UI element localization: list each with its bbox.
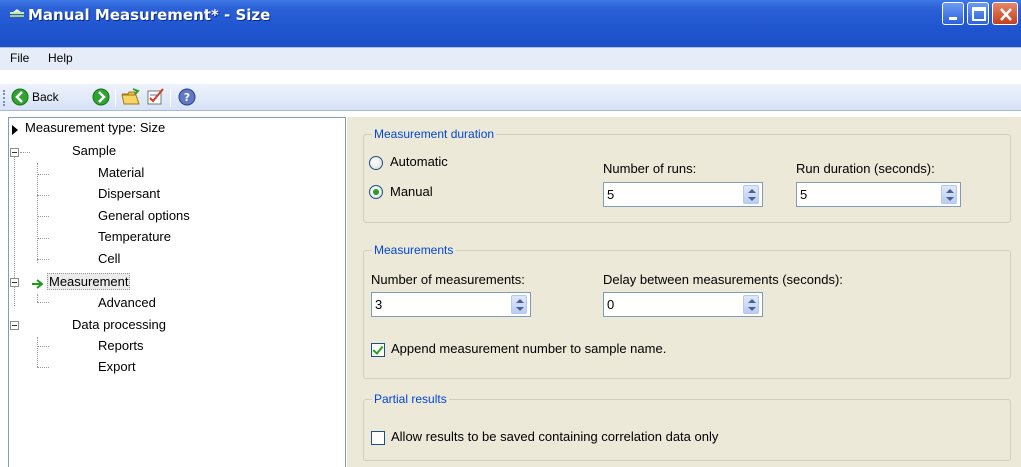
delay-spin-arrows[interactable] [743, 295, 759, 314]
tree-line [37, 346, 49, 347]
collapse-arrow-icon[interactable] [10, 124, 20, 136]
tree-item-sample[interactable]: Sample [72, 143, 116, 159]
measurement-count-spin-arrows[interactable] [511, 295, 527, 314]
toolbar-grip[interactable] [3, 90, 6, 106]
tree-line [20, 152, 30, 153]
tree-item-measurement-label: Measurement [47, 273, 131, 290]
toolbar-separator [115, 89, 116, 107]
partial-results-legend: Partial results [372, 392, 449, 406]
current-arrow-icon [32, 279, 44, 289]
tree-expander-sample[interactable] [10, 148, 19, 157]
window-title: Manual Measurement* - Size [28, 6, 271, 24]
delay-input[interactable] [604, 293, 740, 316]
tree-line [37, 216, 49, 217]
forward-arrow-icon [92, 88, 110, 106]
measurements-legend: Measurements [372, 243, 456, 257]
back-label: Back [32, 90, 59, 104]
manual-label[interactable]: Manual [390, 184, 433, 199]
automatic-radio[interactable] [369, 156, 383, 170]
tree-item-measurement[interactable]: Measurement [47, 273, 131, 290]
tree-line [37, 302, 49, 303]
measurement-count-input[interactable] [372, 293, 508, 316]
tree-line [37, 367, 49, 368]
forward-button[interactable] [92, 87, 110, 107]
checklist-button[interactable] [146, 87, 166, 107]
app-icon [10, 9, 24, 17]
settings-panel: Measurement duration Automatic Manual Nu… [347, 117, 1021, 467]
allow-correlation-label[interactable]: Allow results to be saved containing cor… [391, 429, 718, 444]
tree-item-export[interactable]: Export [98, 359, 136, 375]
automatic-label[interactable]: Automatic [390, 154, 448, 169]
tree-expander-measurement[interactable] [10, 278, 19, 287]
tree-line [37, 259, 49, 260]
tree-item-temperature[interactable]: Temperature [98, 229, 171, 245]
run-duration-label: Run duration (seconds): [796, 161, 935, 176]
append-number-checkbox[interactable] [371, 343, 385, 357]
back-button[interactable]: Back [11, 87, 59, 107]
tree-line [37, 294, 38, 302]
help-button[interactable]: ? [178, 87, 196, 107]
tree-item-cell[interactable]: Cell [98, 251, 120, 267]
delay-label: Delay between measurements (seconds): [603, 272, 843, 287]
close-button[interactable] [992, 2, 1018, 25]
svg-text:?: ? [184, 91, 190, 104]
tree-expander-data-processing[interactable] [10, 321, 19, 330]
tree-line [37, 337, 38, 367]
tree-item-reports[interactable]: Reports [98, 338, 144, 354]
title-bar: Manual Measurement* - Size [0, 0, 1021, 47]
close-icon [1000, 8, 1012, 21]
runs-spin-arrows[interactable] [743, 185, 759, 204]
minimize-button[interactable] [942, 2, 964, 25]
tree-item-advanced[interactable]: Advanced [98, 295, 156, 311]
maximize-button[interactable] [967, 2, 989, 25]
tree-item-dispersant[interactable]: Dispersant [98, 186, 160, 202]
delay-stepper[interactable] [603, 292, 763, 317]
tree-line [37, 174, 49, 175]
duration-group: Measurement duration [363, 127, 1011, 223]
menu-bar: File Help [0, 47, 1021, 70]
menu-help[interactable]: Help [48, 51, 73, 65]
tree-line [37, 163, 38, 263]
tree-line [37, 195, 49, 196]
checklist-icon [147, 88, 164, 105]
tree-item-measurement-type[interactable]: Measurement type: Size [25, 120, 165, 136]
toolbar-separator [170, 89, 171, 107]
run-duration-input[interactable] [797, 183, 938, 206]
menu-file[interactable]: File [10, 51, 29, 65]
open-folder-icon [121, 88, 140, 105]
back-arrow-icon [11, 88, 29, 106]
maximize-icon [972, 7, 986, 21]
runs-stepper[interactable] [603, 182, 763, 207]
runs-label: Number of runs: [603, 161, 697, 176]
tree-line [37, 238, 49, 239]
tree-item-data-processing[interactable]: Data processing [72, 317, 166, 333]
append-number-label[interactable]: Append measurement number to sample name… [391, 341, 666, 356]
runs-input[interactable] [604, 183, 740, 206]
run-duration-spin-arrows[interactable] [941, 185, 957, 204]
minimize-icon [949, 17, 957, 20]
tree-item-general-options[interactable]: General options [98, 208, 190, 224]
settings-tree[interactable]: Measurement type: Size Sample Material D… [8, 117, 346, 467]
toolbar: Back ? [0, 84, 1021, 111]
measurement-count-stepper[interactable] [371, 292, 531, 317]
measurement-count-label: Number of measurements: [371, 272, 525, 287]
open-button[interactable] [121, 87, 141, 107]
tree-item-material[interactable]: Material [98, 165, 144, 181]
duration-legend: Measurement duration [372, 127, 497, 141]
help-icon: ? [178, 88, 196, 106]
allow-correlation-checkbox[interactable] [371, 431, 385, 445]
manual-radio[interactable] [369, 185, 383, 199]
run-duration-stepper[interactable] [796, 182, 961, 207]
